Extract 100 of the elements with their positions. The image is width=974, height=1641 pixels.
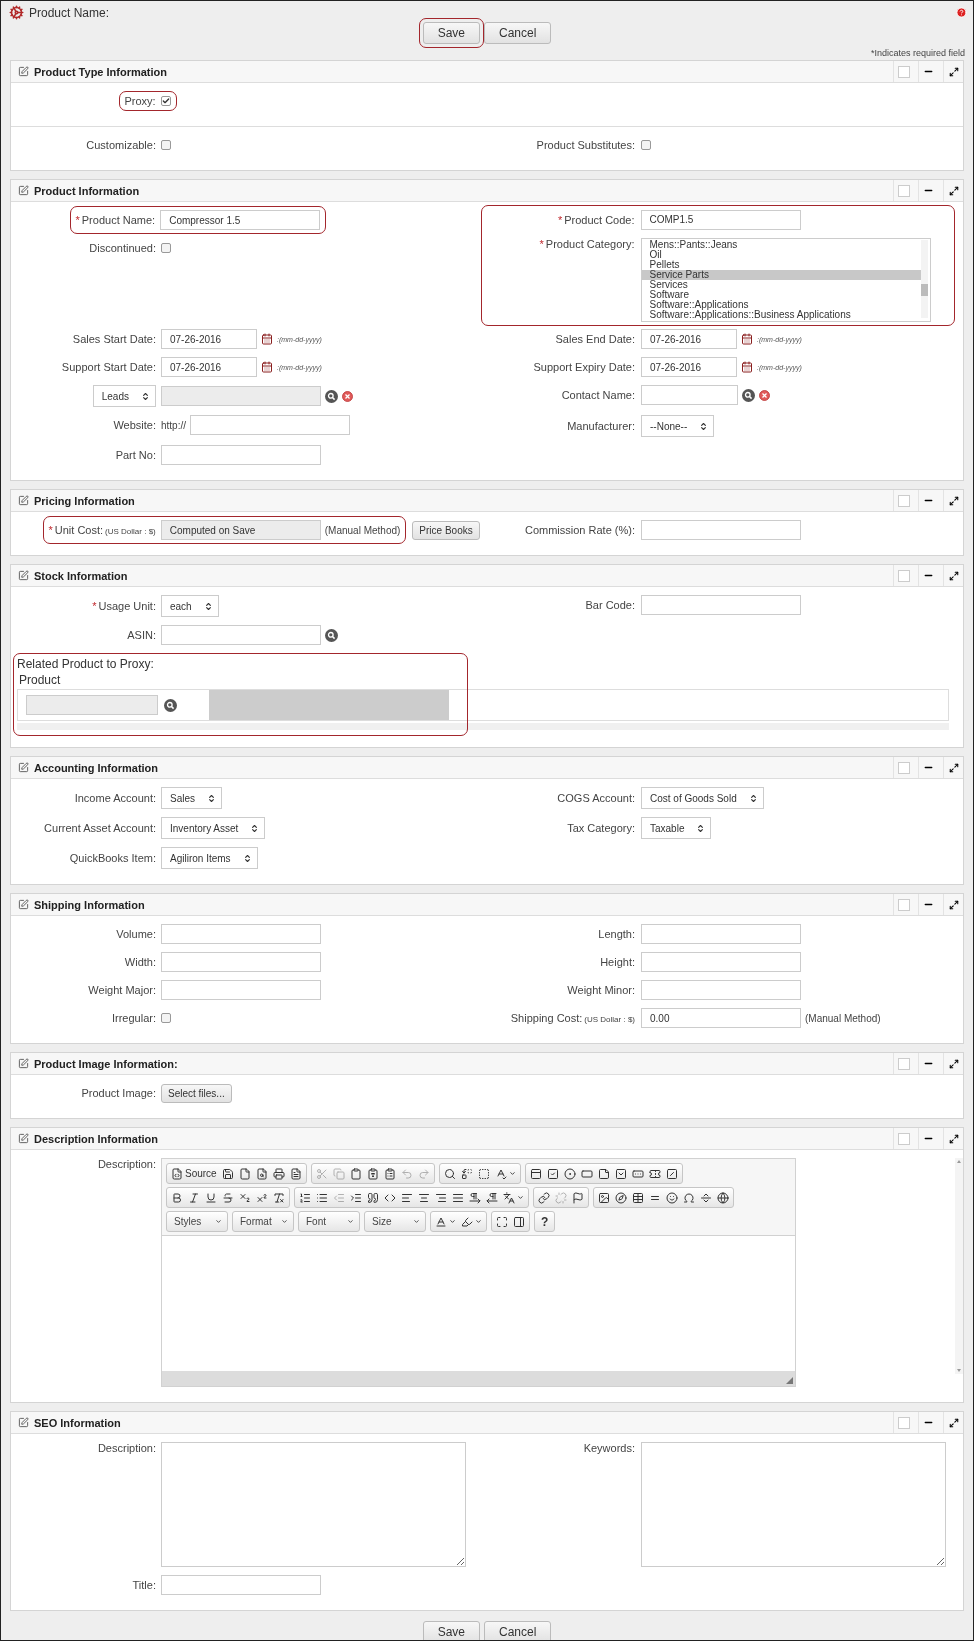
dropdown-select[interactable]: Agiliron Items — [161, 847, 258, 869]
checkbox[interactable] — [641, 140, 651, 150]
category-listbox[interactable]: Mens::Pants::Jeans Oil Pellets Service Parts Services Software Software::Applications Software::Applications::Business Applications — [640, 237, 931, 322]
help-button[interactable]: ? — [537, 1213, 553, 1230]
checkbox-icon — [546, 1167, 559, 1180]
field-label: Volume: — [116, 928, 156, 940]
gears-icon — [9, 5, 24, 20]
dropdown-select[interactable]: Cost of Goods Sold — [641, 787, 764, 809]
toolbar-button[interactable] — [664, 1189, 680, 1206]
cancel-button[interactable]: Cancel — [484, 22, 552, 44]
text-input[interactable] — [161, 625, 321, 645]
save-button[interactable]: Save — [422, 1621, 480, 1640]
checkbox[interactable] — [161, 140, 171, 150]
clipboard-icon — [349, 1167, 362, 1180]
toolbar-button[interactable] — [715, 1189, 731, 1206]
field-label: Usage Unit: — [98, 600, 156, 612]
list-option[interactable]: Service Parts — [641, 269, 921, 280]
text-input[interactable]: COMP1.5 — [640, 209, 801, 230]
text-input[interactable] — [161, 445, 321, 465]
square-icon — [897, 1416, 910, 1429]
currency-unit: (US Dollar : $) — [584, 1015, 635, 1024]
field-label: Current Asset Account: — [44, 822, 156, 834]
text-input[interactable] — [641, 385, 738, 405]
dropdown-select[interactable]: --None-- — [641, 415, 715, 437]
list-option[interactable]: Software — [641, 289, 921, 300]
text-input[interactable] — [161, 1575, 321, 1595]
list-option[interactable]: Services — [641, 279, 921, 290]
section-title: Stock Information — [34, 569, 129, 582]
caret-icon — [508, 1170, 516, 1177]
field-label: Product Name: — [81, 214, 156, 226]
expand-icon — [948, 1133, 959, 1144]
toolbar-button[interactable] — [270, 1165, 287, 1182]
italic-icon — [188, 1191, 200, 1204]
bold-icon — [171, 1191, 183, 1204]
field-label: Irregular: — [111, 1012, 156, 1024]
text-input[interactable] — [161, 924, 321, 944]
toolbar-button[interactable] — [536, 1189, 552, 1206]
updown-arrow-icon — [207, 793, 216, 803]
text-input[interactable]: 0.00 — [641, 1008, 801, 1028]
expand-icon — [948, 66, 959, 77]
toolbar-dropdown[interactable]: Size — [367, 1213, 423, 1230]
clear-icon[interactable] — [759, 389, 770, 401]
text-input[interactable] — [641, 520, 801, 540]
cancel-button[interactable]: Cancel — [484, 1621, 552, 1640]
updown-arrow-icon — [699, 421, 709, 431]
toolbar-dropdown[interactable]: Font — [301, 1213, 357, 1230]
select-files-button[interactable]: Select files... — [161, 1083, 232, 1103]
field-label: Title: — [132, 1579, 156, 1591]
numbered-list-icon — [299, 1191, 311, 1204]
toolbar-dropdown[interactable]: Styles — [169, 1213, 225, 1230]
list-option[interactable]: Mens::Pants::Jeans — [641, 239, 921, 250]
superscript-icon — [256, 1191, 268, 1204]
source-button[interactable]: Source — [169, 1165, 219, 1182]
toolbar-button[interactable] — [561, 1165, 578, 1182]
date-input[interactable]: 07-26-2016 — [641, 329, 737, 349]
help-icon[interactable] — [956, 7, 967, 18]
text-input[interactable] — [641, 980, 801, 1000]
checkbox[interactable] — [160, 96, 171, 106]
caret-icon — [449, 1218, 456, 1225]
dropdown-select[interactable]: Inventory Asset — [161, 817, 266, 839]
toolbar-dropdown[interactable]: Format — [235, 1213, 291, 1230]
dropdown-select[interactable]: Sales — [161, 787, 222, 809]
edit-icon — [18, 899, 29, 910]
text-input[interactable] — [641, 924, 801, 944]
checkbox[interactable] — [161, 243, 171, 253]
text-input[interactable] — [641, 952, 801, 972]
square-icon — [897, 761, 910, 774]
dropdown-select[interactable]: each — [161, 595, 219, 617]
calendar-icon[interactable] — [261, 361, 273, 373]
calendar-icon[interactable] — [261, 333, 273, 345]
search-icon[interactable] — [164, 698, 177, 712]
list-option[interactable]: Oil — [641, 249, 921, 260]
field-label: Support Start Date: — [61, 361, 156, 373]
text-input[interactable] — [161, 980, 321, 1000]
search-icon[interactable] — [325, 628, 338, 642]
calendar-icon[interactable] — [741, 361, 753, 373]
checkbox[interactable] — [161, 1013, 171, 1023]
toolbar-menu-button[interactable] — [501, 1189, 526, 1206]
caret-icon — [475, 1218, 482, 1225]
search-icon[interactable] — [742, 388, 755, 402]
calendar-icon[interactable] — [741, 333, 753, 345]
list-option[interactable]: Software::Applications::Business Applications — [641, 309, 921, 320]
date-input[interactable]: 07-26-2016 — [161, 329, 257, 349]
highlighter-icon — [461, 1215, 473, 1228]
list-option[interactable]: Pellets — [641, 259, 921, 270]
text-input[interactable] — [161, 952, 321, 972]
list-option[interactable]: Software::Applications — [641, 299, 921, 310]
image-icon — [598, 1191, 610, 1204]
dropdown-select[interactable]: Taxable — [641, 817, 712, 839]
date-input[interactable]: 07-26-2016 — [161, 357, 257, 377]
text-input[interactable]: Compressor 1.5 — [160, 210, 321, 230]
text-input[interactable] — [190, 415, 350, 435]
field-label: Income Account: — [74, 792, 156, 804]
toolbar-button[interactable] — [613, 1189, 629, 1206]
text-input[interactable] — [641, 595, 801, 615]
required-asterisk: * — [75, 214, 80, 226]
toolbar-button[interactable] — [570, 1189, 586, 1206]
field-label: Width: — [124, 956, 156, 968]
date-input[interactable]: 07-26-2016 — [641, 357, 737, 377]
maximize-icon — [496, 1215, 508, 1228]
